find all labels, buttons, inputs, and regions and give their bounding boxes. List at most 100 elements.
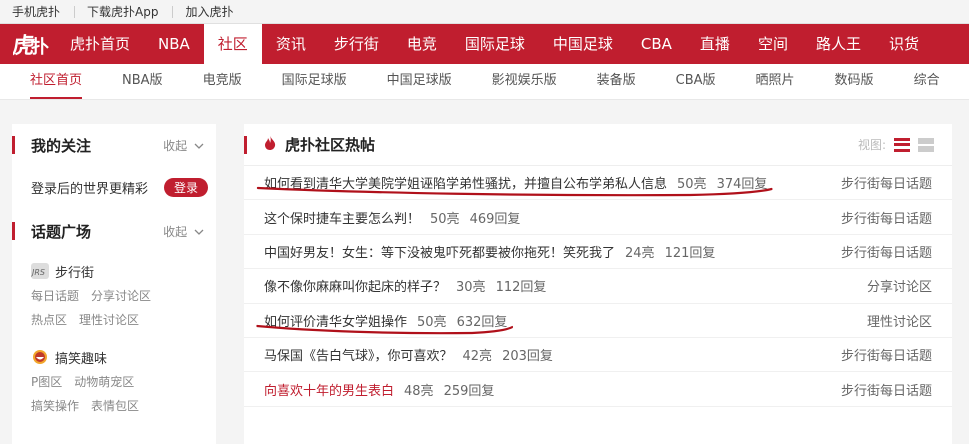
nav-china-football[interactable]: 中国足球 — [539, 24, 627, 64]
nav-live[interactable]: 直播 — [686, 24, 744, 64]
download-app-link[interactable]: 下载虎扑App — [87, 5, 174, 18]
my-follow-header: 我的关注 收起 — [12, 130, 216, 160]
hot-post-likes: 50亮 — [430, 211, 460, 227]
nav-nba[interactable]: NBA — [144, 24, 204, 64]
hot-post-main: 如何评价清华女学姐操作 50亮 632回复 — [256, 311, 513, 335]
hot-post-replies: 632回复 — [456, 314, 508, 330]
my-follow-title: 我的关注 — [31, 136, 92, 155]
hot-posts-title: 虎扑社区热帖 — [285, 136, 376, 154]
hot-posts-list: 如何看到清华大学美院学姐诬陷学弟性骚扰，并擅自公布学弟私人信息 50亮 374回复步… — [244, 166, 952, 407]
subnav-esports[interactable]: 电竞版 — [183, 65, 262, 99]
nav-news[interactable]: 资讯 — [262, 24, 320, 64]
left-sidebar: 我的关注 收起 登录后的世界更精彩 登录 话题广场 收起 JRS 步行街 每日话… — [12, 124, 216, 444]
mobile-hupu-link[interactable]: 手机虎扑 — [12, 5, 76, 18]
topic-group-head[interactable]: 搞笑趣味 — [31, 344, 216, 370]
hot-post-replies: 469回复 — [469, 211, 521, 227]
hot-post-main: 像不像你麻麻叫你起床的样子？ 30亮 112回复 — [264, 276, 546, 295]
hot-post-board[interactable]: 理性讨论区 — [867, 311, 932, 330]
hot-post-title[interactable]: 如何评价清华女学姐操作 — [264, 315, 407, 330]
nav-home[interactable]: 虎扑首页 — [56, 24, 144, 64]
hot-post-likes: 50亮 — [677, 177, 707, 193]
view-switcher: 视图: — [858, 136, 934, 153]
topic-square-title: 话题广场 — [31, 222, 92, 241]
subnav-community-home[interactable]: 社区首页 — [30, 65, 83, 99]
nav-intl-football[interactable]: 国际足球 — [451, 24, 539, 64]
hot-post-row[interactable]: 向喜欢十年的男生表白 48亮 259回复 步行街每日话题 — [244, 372, 952, 407]
hot-post-title[interactable]: 像不像你麻麻叫你起床的样子？ — [264, 280, 446, 295]
collapse-label: 收起 — [163, 138, 188, 153]
nav-passerby-king[interactable]: 路人王 — [802, 24, 875, 64]
my-follow-collapse[interactable]: 收起 — [163, 137, 204, 154]
topic-link[interactable]: 搞笑操作 — [31, 399, 79, 413]
subnav-photos[interactable]: 晒照片 — [736, 65, 815, 99]
hot-post-title[interactable]: 中国好男友！女生：等下没被鬼吓死都要被你拖死！笑死我了 — [264, 246, 615, 261]
hot-post-board[interactable]: 步行街每日话题 — [841, 380, 932, 399]
hot-post-row[interactable]: 这个保时捷车主要怎么判！ 50亮 469回复 步行街每日话题 — [244, 200, 952, 235]
hot-post-board[interactable]: 分享讨论区 — [867, 276, 932, 295]
hot-post-main: 如何看到清华大学美院学姐诬陷学弟性骚扰，并擅自公布学弟私人信息 50亮 374回复 — [256, 173, 773, 197]
hot-post-row[interactable]: 如何看到清华大学美院学姐诬陷学弟性骚扰，并擅自公布学弟私人信息 50亮 374回复 步… — [244, 166, 952, 201]
hot-post-replies: 259回复 — [443, 383, 495, 399]
hot-post-title[interactable]: 向喜欢十年的男生表白 — [264, 384, 394, 399]
subnav-gear[interactable]: 装备版 — [577, 65, 656, 99]
hot-post-board[interactable]: 步行街每日话题 — [841, 242, 932, 261]
hot-post-title[interactable]: 如何看到清华大学美院学姐诬陷学弟性骚扰，并擅自公布学弟私人信息 — [264, 177, 667, 192]
hot-post-row[interactable]: 中国好男友！女生：等下没被鬼吓死都要被你拖死！笑死我了 24亮 121回复 步行街每日… — [244, 235, 952, 270]
hot-post-title[interactable]: 这个保时捷车主要怎么判！ — [264, 212, 420, 227]
topic-link[interactable]: 动物萌宠区 — [74, 375, 134, 389]
card-view-icon[interactable] — [918, 137, 934, 152]
topic-link[interactable]: 理性讨论区 — [79, 313, 139, 327]
nav-cba[interactable]: CBA — [627, 24, 686, 64]
section-accent-bar — [12, 136, 15, 154]
hupu-logo-icon: 虎 扑 — [13, 33, 49, 59]
hot-post-row[interactable]: 如何评价清华女学姐操作 50亮 632回复 理性讨论区 — [244, 304, 952, 338]
topic-group-head[interactable]: JRS 步行街 — [30, 258, 216, 284]
hot-post-board[interactable]: 步行街每日话题 — [841, 208, 932, 227]
hot-post-row[interactable]: 像不像你麻麻叫你起床的样子？ 30亮 112回复 分享讨论区 — [244, 269, 952, 304]
nav-space[interactable]: 空间 — [744, 24, 802, 64]
nav-community[interactable]: 社区 — [203, 24, 262, 64]
topic-link[interactable]: 热点区 — [31, 313, 67, 327]
hupu-logo[interactable]: 虎 扑 — [6, 24, 56, 64]
login-hint: 登录后的世界更精彩 — [31, 181, 149, 197]
topic-group-name: 搞笑趣味 — [55, 351, 108, 367]
hot-post-main: 马保国《告白气球》，你可喜欢？ 42亮 203回复 — [264, 345, 553, 364]
subnav-entertainment[interactable]: 影视娱乐版 — [472, 65, 577, 99]
hot-post-board[interactable]: 步行街每日话题 — [841, 173, 932, 192]
subnav-nba[interactable]: NBA版 — [102, 65, 183, 99]
login-button[interactable]: 登录 — [163, 177, 208, 197]
nav-shihuo[interactable]: 识货 — [875, 24, 933, 64]
section-accent-bar — [12, 222, 15, 240]
topic-group-name: 步行街 — [55, 265, 95, 281]
topic-link[interactable]: P图区 — [31, 375, 62, 389]
hot-post-likes: 50亮 — [417, 314, 447, 330]
topic-square-collapse[interactable]: 收起 — [163, 223, 204, 240]
hot-post-title[interactable]: 马保国《告白气球》，你可喜欢？ — [264, 349, 453, 364]
sub-nav: 社区首页 NBA版 电竞版 国际足球版 中国足球版 影视娱乐版 装备版 CBA版… — [0, 64, 969, 100]
hot-post-likes: 30亮 — [456, 280, 486, 296]
view-label: 视图: — [857, 138, 886, 152]
subnav-china-football[interactable]: 中国足球版 — [367, 65, 472, 99]
nav-esports[interactable]: 电竞 — [393, 24, 451, 64]
list-view-icon[interactable] — [894, 137, 910, 152]
topic-link[interactable]: 分享讨论区 — [91, 289, 151, 303]
subnav-cba[interactable]: CBA版 — [656, 65, 736, 99]
svg-text:扑: 扑 — [31, 36, 49, 58]
subnav-general[interactable]: 综合 — [894, 65, 960, 99]
hot-post-replies: 112回复 — [495, 280, 547, 296]
funny-face-icon — [31, 349, 49, 365]
fire-icon — [263, 135, 277, 155]
topic-square-header: 话题广场 收起 — [12, 216, 216, 246]
topic-link[interactable]: 每日话题 — [31, 289, 79, 303]
hot-post-board[interactable]: 步行街每日话题 — [841, 345, 932, 364]
join-hupu-link[interactable]: 加入虎扑 — [185, 6, 247, 18]
subnav-intl-football[interactable]: 国际足球版 — [262, 65, 367, 99]
page-scrollbar[interactable] — [955, 116, 969, 430]
subnav-digital[interactable]: 数码版 — [815, 65, 894, 99]
top-utility-bar: 手机虎扑 下载虎扑App 加入虎扑 — [0, 0, 969, 24]
topic-link[interactable]: 表情包区 — [91, 399, 139, 413]
nav-street[interactable]: 步行街 — [320, 24, 393, 64]
hot-post-row[interactable]: 马保国《告白气球》，你可喜欢？ 42亮 203回复 步行街每日话题 — [244, 338, 952, 373]
chevron-down-icon — [194, 143, 204, 149]
hot-post-replies: 203回复 — [502, 349, 553, 365]
